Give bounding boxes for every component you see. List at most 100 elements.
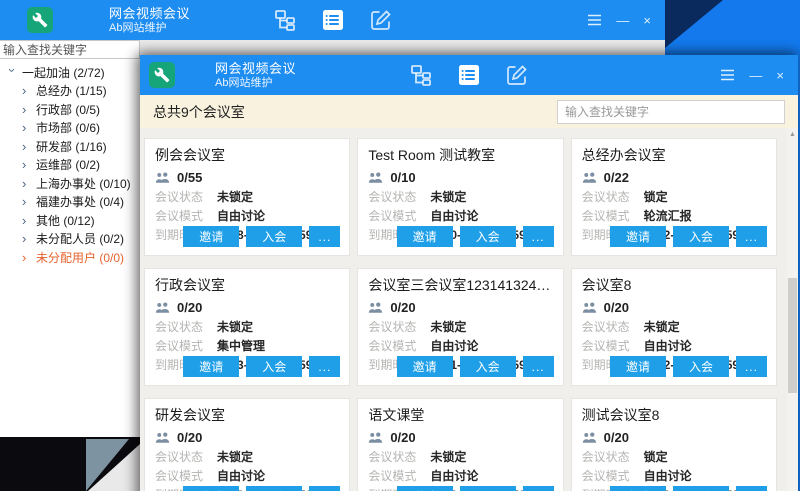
join-button[interactable]: 入会 [460,356,516,377]
org-chart-icon[interactable] [273,8,297,32]
more-button[interactable]: ... [523,226,554,247]
tree-item-label: 一起加油 (2/72) [22,64,105,81]
join-button[interactable]: 入会 [246,226,302,247]
window-subtitle: Ab网站维护 [215,77,296,90]
minimize-button[interactable]: — [749,69,762,82]
chevron-right-icon[interactable] [22,177,33,190]
tree-item[interactable]: 上海办事处 (0/10) [0,174,140,193]
participants-icon [368,432,383,444]
participants-icon [368,302,383,314]
chevron-right-icon[interactable] [22,140,33,153]
mode-label: 会议模式 [368,339,430,353]
invite-button[interactable]: 邀请 [610,356,666,377]
more-button[interactable]: ... [736,486,767,491]
tree-item[interactable]: 研发部 (1/16) [0,137,140,156]
org-chart-icon[interactable] [409,63,433,87]
tree-item[interactable]: 未分配人员 (0/2) [0,230,140,249]
more-button[interactable]: ... [523,486,554,491]
tree-item[interactable]: 一起加油 (2/72) [0,63,140,82]
more-button[interactable]: ... [736,356,767,377]
join-button[interactable]: 入会 [246,356,302,377]
mode-value: 轮流汇报 [644,209,692,223]
scroll-up-icon[interactable]: ▲ [787,128,798,140]
tree-item[interactable]: 福建办事处 (0/4) [0,193,140,212]
invite-button[interactable]: 邀请 [610,486,666,491]
chevron-right-icon[interactable] [22,214,33,227]
edit-icon[interactable] [369,8,393,32]
chevron-right-icon[interactable] [22,232,33,245]
invite-button[interactable]: 邀请 [397,226,453,247]
chevron-right-icon[interactable] [22,84,33,97]
invite-button[interactable]: 邀请 [183,226,239,247]
room-card: 总经办会议室 0/22 会议状态 锁定 会议模式 轮流汇报 到期时间 2022-… [571,138,777,256]
status-value: 锁定 [644,450,668,464]
tree-item[interactable]: 行政部 (0/5) [0,100,140,119]
mode-value: 自由讨论 [217,209,265,223]
status-value: 未锁定 [430,450,466,464]
scrollbar[interactable]: ▲ ▼ [787,128,798,491]
back-titlebar[interactable]: 网会视频会议 Ab网站维护 — × [0,0,665,40]
chevron-right-icon[interactable] [22,158,33,171]
wrench-icon [154,67,170,83]
mode-label: 会议模式 [155,469,217,483]
join-button[interactable]: 入会 [460,226,516,247]
rooms-panel: 例会会议室 0/55 会议状态 未锁定 会议模式 自由讨论 到期时间 2028-… [140,128,798,491]
participants-icon [155,432,170,444]
join-button[interactable]: 入会 [673,486,729,491]
tree-item[interactable]: 未分配用户 (0/0) [0,248,140,267]
participants-icon [368,172,383,184]
chevron-right-icon[interactable] [22,195,33,208]
room-list-icon[interactable] [321,8,345,32]
more-button[interactable]: ... [736,226,767,247]
chevron-right-icon[interactable] [22,121,33,134]
minimize-button[interactable]: — [616,14,629,27]
menu-icon[interactable] [587,14,602,26]
invite-button[interactable]: 邀请 [610,226,666,247]
mode-label: 会议模式 [582,339,644,353]
status-value: 未锁定 [217,320,253,334]
tree-item[interactable]: 运维部 (0/2) [0,156,140,175]
close-button[interactable]: × [776,69,784,82]
desktop: 网会视频会议 Ab网站维护 — × 一起加油 (2/72) [0,0,800,491]
mode-value: 自由讨论 [644,339,692,353]
mode-label: 会议模式 [582,469,644,483]
room-search-input[interactable] [557,100,785,124]
sidebar-search-input[interactable] [0,40,140,59]
edit-icon[interactable] [505,63,529,87]
room-name: 会议室三会议室123141324141三会… [368,276,552,294]
room-name: Test Room 测试教室 [368,146,552,164]
tree-item[interactable]: 其他 (0/12) [0,211,140,230]
join-button[interactable]: 入会 [246,486,302,491]
more-button[interactable]: ... [309,486,340,491]
status-value: 未锁定 [217,190,253,204]
chevron-down-icon[interactable] [6,68,19,79]
mode-value: 自由讨论 [430,339,478,353]
participant-count: 0/22 [604,170,629,185]
tree-item-label: 未分配人员 (0/2) [36,230,124,247]
tree-item-label: 其他 (0/12) [36,212,95,229]
room-list-icon-active[interactable] [457,63,481,87]
invite-button[interactable]: 邀请 [183,486,239,491]
more-button[interactable]: ... [523,356,554,377]
join-button[interactable]: 入会 [673,356,729,377]
menu-icon[interactable] [720,69,735,81]
window-title: 网会视频会议 [109,6,190,21]
chevron-right-icon[interactable] [22,103,33,116]
chevron-right-icon[interactable] [22,251,33,264]
more-button[interactable]: ... [309,356,340,377]
tree-item-label: 运维部 (0/2) [36,156,100,173]
tree-item[interactable]: 总经办 (1/15) [0,82,140,101]
invite-button[interactable]: 邀请 [183,356,239,377]
join-button[interactable]: 入会 [673,226,729,247]
scrollbar-thumb[interactable] [788,278,797,393]
join-button[interactable]: 入会 [460,486,516,491]
wallpaper-bottom-left [0,437,140,491]
invite-button[interactable]: 邀请 [397,356,453,377]
close-button[interactable]: × [643,14,651,27]
front-titlebar[interactable]: 网会视频会议 Ab网站维护 — × [140,55,798,95]
participant-count: 0/55 [177,170,202,185]
tree-item[interactable]: 市场部 (0/6) [0,119,140,138]
more-button[interactable]: ... [309,226,340,247]
participant-count: 0/20 [390,430,415,445]
invite-button[interactable]: 邀请 [397,486,453,491]
